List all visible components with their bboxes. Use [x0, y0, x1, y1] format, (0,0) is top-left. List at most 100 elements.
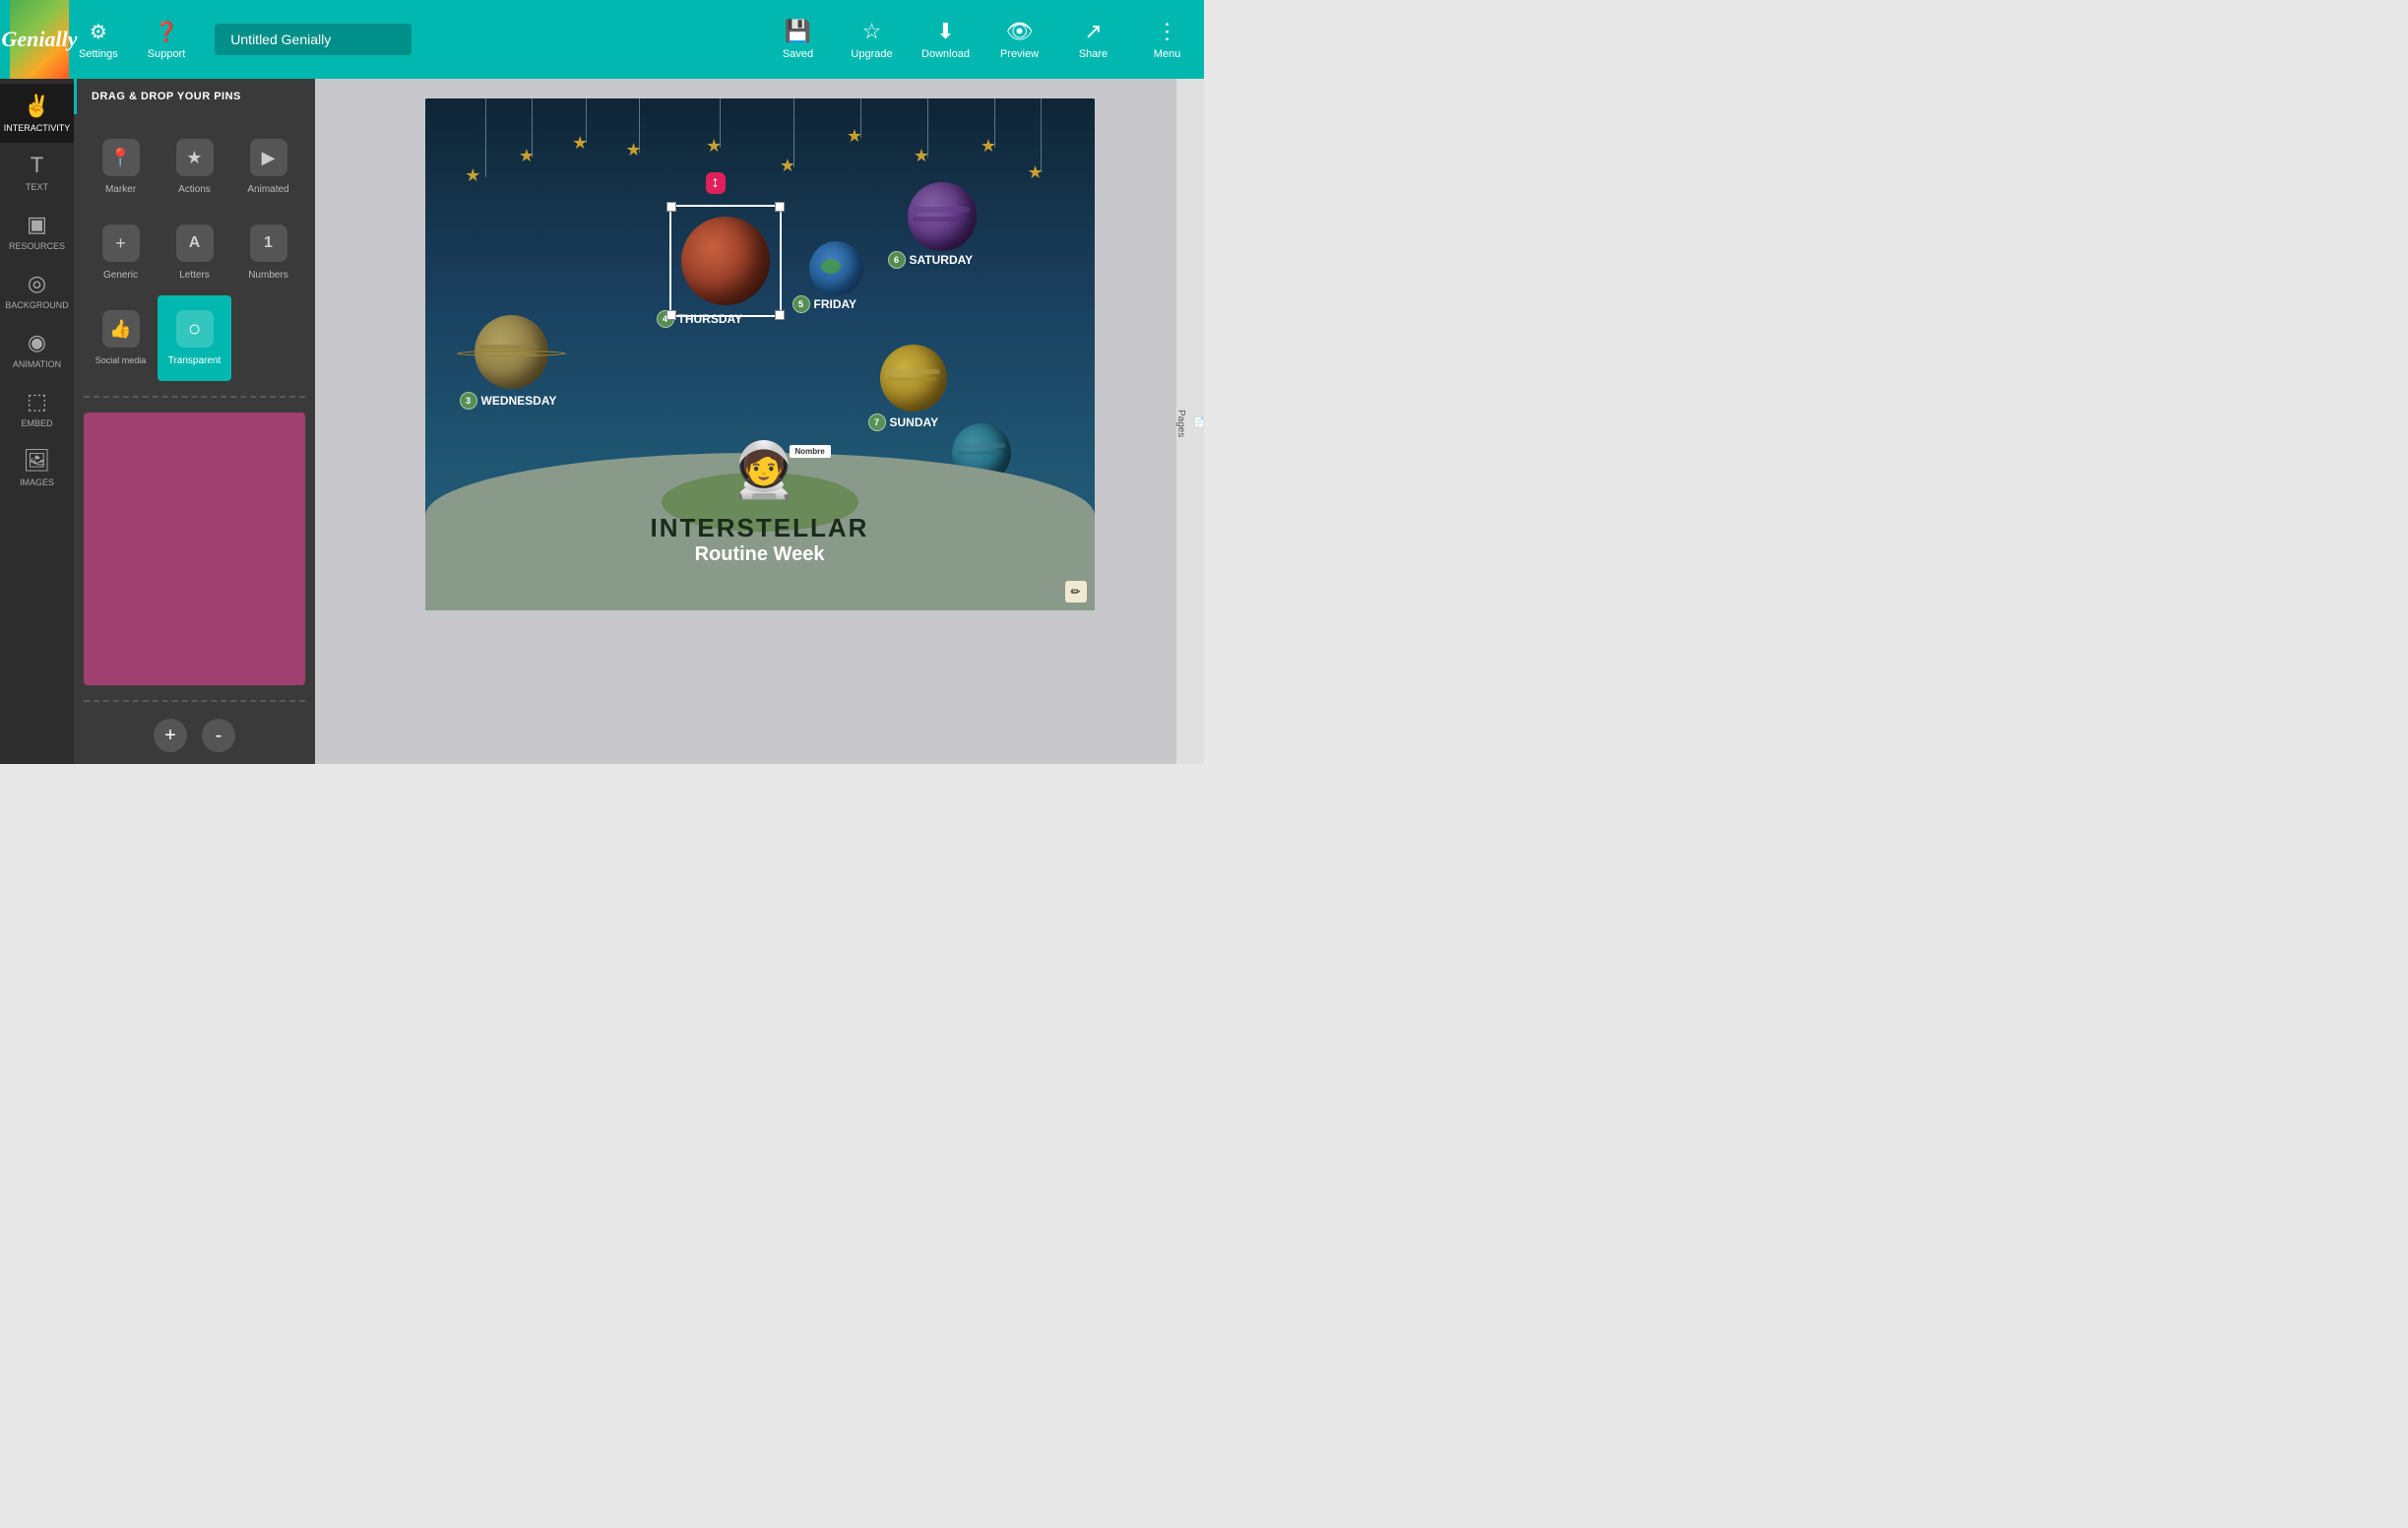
sidebar-item-label: ANIMATION [13, 359, 61, 369]
sidebar-item-label: IMAGES [20, 478, 54, 487]
sidebar-item-images[interactable]: 🖼 IMAGES [0, 438, 74, 497]
pin-numbers[interactable]: 1 Numbers [231, 210, 305, 295]
earth-continent [821, 259, 841, 274]
numbers-icon: 1 [250, 224, 287, 262]
pin-marker[interactable]: 📍 Marker [84, 124, 158, 210]
pages-panel[interactable]: 📄 Pages [1176, 79, 1204, 764]
space-background: ★ ★ ★ ★ ★ ★ ★ ★ ★ ★ [425, 98, 1095, 610]
string-1 [485, 98, 486, 177]
pages-label: Pages [1175, 410, 1186, 437]
star-hang-2: ★ [519, 146, 535, 166]
star-hang-7: ★ [847, 126, 862, 147]
images-icon: 🖼 [24, 448, 51, 474]
menu-label: Menu [1154, 48, 1181, 60]
canvas-title-main: INTERSTELLAR [425, 513, 1095, 543]
flag: Nombre [790, 445, 831, 458]
share-button[interactable]: ↗ Share [1066, 19, 1120, 60]
pin-actions-label: Actions [178, 184, 211, 195]
remove-pin-button[interactable]: - [202, 719, 235, 752]
sidebar-item-label: BACKGROUND [5, 300, 69, 310]
day-friday: 5 FRIDAY [792, 295, 857, 313]
panel-actions: + - [74, 707, 315, 764]
pin-active-indicator: ↕ [706, 172, 726, 194]
handle-br[interactable] [775, 310, 785, 320]
settings-button[interactable]: ⚙ Settings [79, 20, 118, 60]
panel-divider-bottom [84, 700, 305, 702]
sidebar-item-text[interactable]: T TEXT [0, 143, 74, 202]
menu-icon: ⋮ [1157, 19, 1178, 44]
saturn-container[interactable] [475, 315, 548, 389]
menu-button[interactable]: ⋮ Menu [1140, 19, 1194, 60]
preview-label: Preview [1000, 48, 1039, 60]
sidebar-item-embed[interactable]: ⬚ EMBED [0, 379, 74, 438]
star-hang-10: ★ [1028, 162, 1044, 183]
panel-divider-top [84, 396, 305, 398]
handle-tr[interactable] [775, 202, 785, 212]
selection-box: ↕ [669, 205, 782, 317]
pin-letters[interactable]: A Letters [158, 210, 231, 295]
marker-icon: 📍 [102, 139, 140, 176]
gold-stripe-1 [885, 369, 940, 374]
pin-marker-label: Marker [105, 184, 136, 195]
handle-tl[interactable] [666, 202, 676, 212]
purple-stripe-1 [913, 207, 970, 213]
saturn-stripe-1 [479, 345, 539, 350]
pin-social-media[interactable]: 👍 Social media [84, 295, 158, 381]
title-input[interactable] [215, 24, 412, 55]
logo-text: Genially [2, 27, 78, 52]
canvas-area[interactable]: ★ ★ ★ ★ ★ ★ ★ ★ ★ ★ [315, 79, 1204, 764]
sidebar-item-animation[interactable]: ◉ ANIMATION [0, 320, 74, 379]
pin-transparent[interactable]: ○ Transparent [158, 295, 231, 381]
upgrade-label: Upgrade [851, 48, 892, 60]
planet-earth-container[interactable] [809, 241, 863, 295]
teal-stripe-1 [956, 443, 1005, 448]
download-button[interactable]: ⬇ Download [919, 19, 973, 60]
preview-button[interactable]: 👁 Preview [992, 19, 1046, 60]
download-icon: ⬇ [936, 19, 954, 44]
generic-icon: + [102, 224, 140, 262]
selected-planet-container[interactable]: ↕ [681, 217, 770, 305]
pin-generic[interactable]: + Generic [84, 210, 158, 295]
support-button[interactable]: ❓ Support [148, 20, 186, 60]
sidebar-item-interactivity[interactable]: ✌ INTERACTIVITY [0, 84, 74, 143]
day-num-6: 6 [888, 251, 906, 269]
sidebar-item-label: RESOURCES [9, 241, 65, 251]
pins-panel: DRAG & DROP YOUR PINS 📍 Marker ★ Actions… [74, 79, 315, 764]
pin-transparent-label: Transparent [168, 355, 222, 366]
edit-icon[interactable]: ✏ [1065, 581, 1087, 603]
add-pin-button[interactable]: + [154, 719, 187, 752]
saved-label: Saved [783, 48, 813, 60]
sidebar-item-label: EMBED [21, 418, 52, 428]
planet-purple-container[interactable] [908, 182, 977, 251]
star-hang-1: ★ [465, 165, 480, 186]
day-label-sunday: SUNDAY [890, 415, 939, 429]
star-hang-6: ★ [780, 156, 795, 176]
pin-animated[interactable]: ▶ Animated [231, 124, 305, 210]
saved-button[interactable]: 💾 Saved [771, 19, 825, 60]
handle-bl[interactable] [666, 310, 676, 320]
pin-social-label: Social media [95, 355, 147, 365]
panel-preview [84, 413, 305, 685]
day-label-friday: FRIDAY [814, 297, 857, 311]
left-sidebar: ✌ INTERACTIVITY T TEXT ▣ RESOURCES ◎ BAC… [0, 79, 74, 764]
pin-actions[interactable]: ★ Actions [158, 124, 231, 210]
pin-animated-label: Animated [247, 184, 288, 195]
logo[interactable]: Genially [10, 0, 69, 79]
upgrade-button[interactable]: ☆ Upgrade [845, 19, 899, 60]
gold-planet-container[interactable] [880, 345, 947, 412]
canvas-title-area: INTERSTELLAR Routine Week [425, 513, 1095, 566]
upgrade-icon: ☆ [862, 19, 882, 44]
text-icon: T [31, 153, 43, 178]
teal-stripe-2 [958, 451, 1002, 455]
flag-text: Nombre [795, 447, 825, 456]
transparent-icon: ○ [176, 310, 214, 348]
animation-icon: ◉ [28, 330, 46, 355]
sidebar-item-resources[interactable]: ▣ RESOURCES [0, 202, 74, 261]
string-10 [1041, 98, 1042, 172]
gold-stripe-2 [888, 377, 937, 381]
day-label-saturday: SATURDAY [910, 253, 974, 267]
pages-icon: 📄 [1194, 415, 1204, 427]
purple-stripe-2 [913, 217, 967, 222]
sidebar-item-background[interactable]: ◎ BACKGROUND [0, 261, 74, 320]
embed-icon: ⬚ [27, 389, 47, 414]
